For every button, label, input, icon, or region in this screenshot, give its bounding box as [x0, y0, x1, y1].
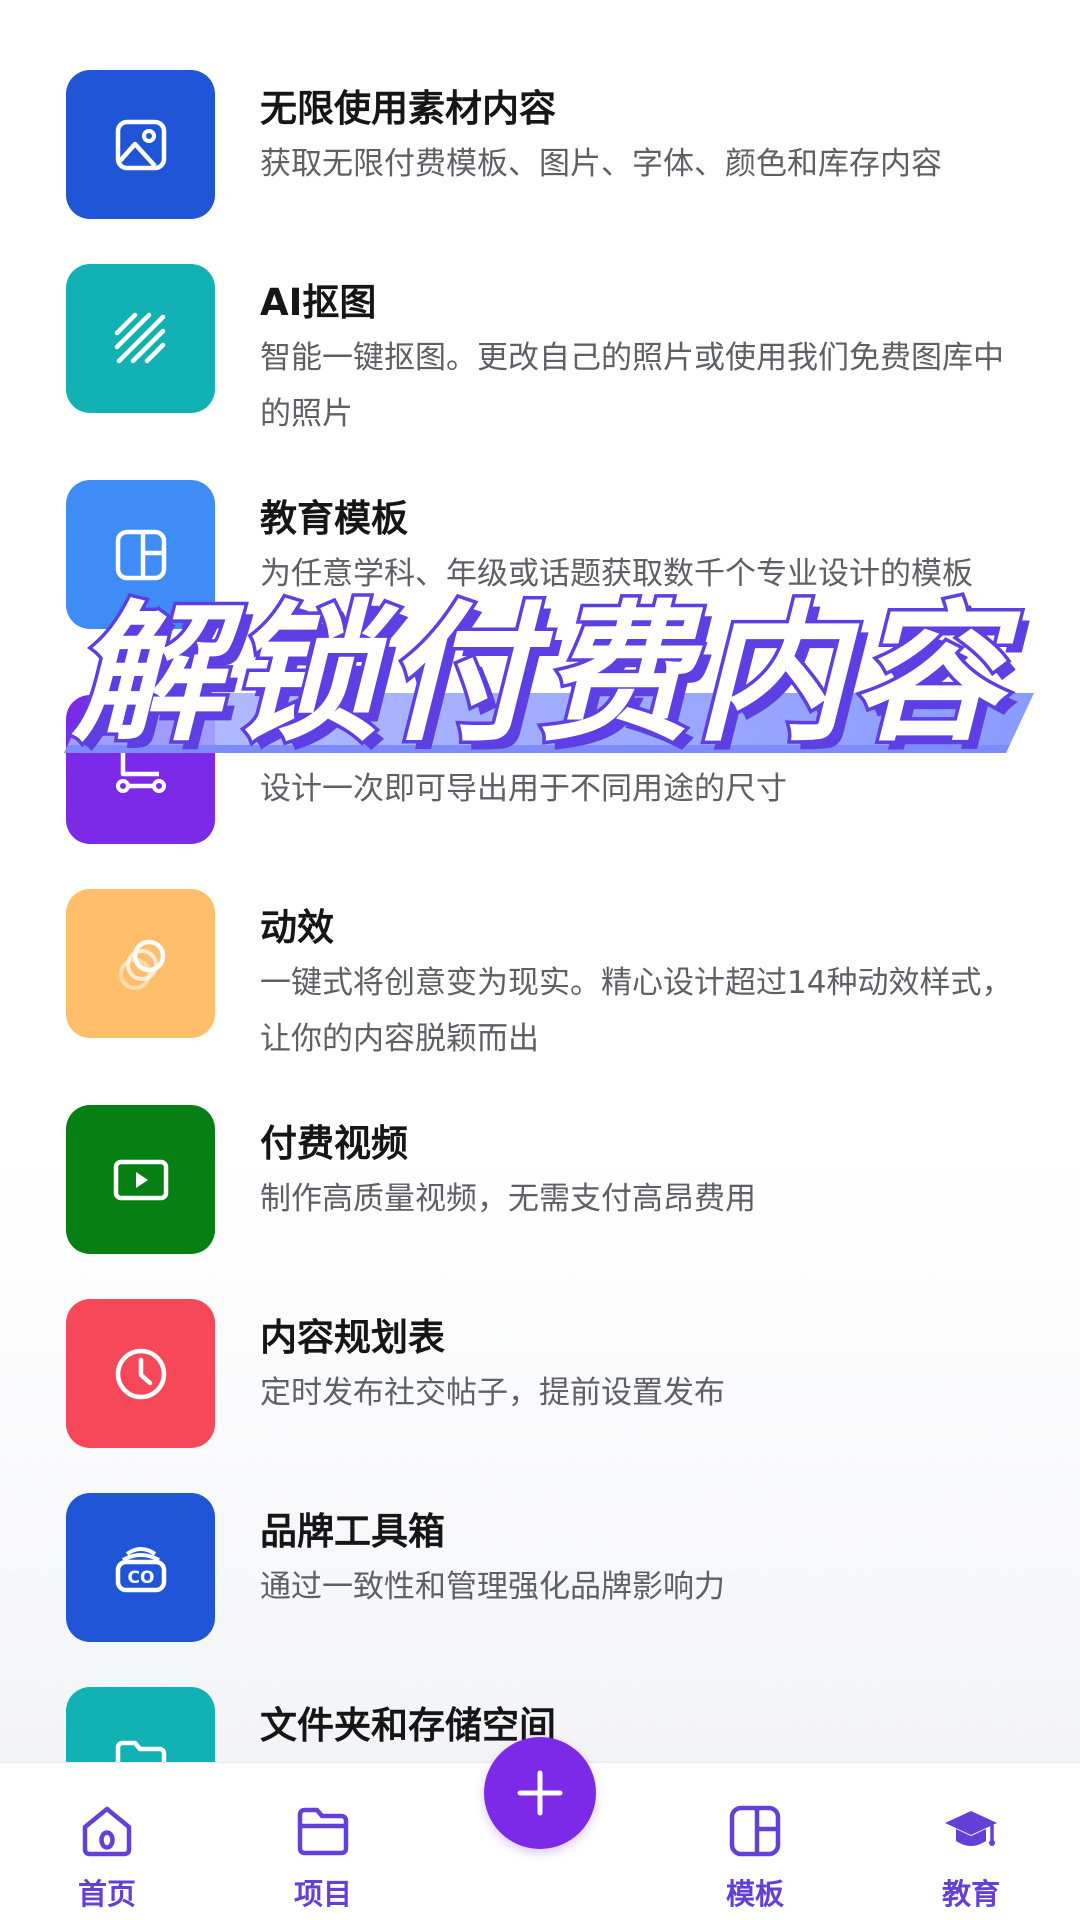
feature-title: 动效 — [260, 906, 334, 949]
stripes-icon — [114, 312, 165, 363]
nav-education-label: 教育 — [941, 1877, 1000, 1911]
feature-tile — [66, 480, 215, 629]
feature-title: 内容规划表 — [260, 1316, 445, 1359]
play-icon — [113, 1159, 168, 1200]
layout-icon — [729, 1805, 781, 1857]
feature-tile — [66, 1687, 215, 1762]
nav-projects-label: 项目 — [293, 1877, 352, 1911]
feature-list: 无限使用素材内容 获取无限付费模板、图片、字体、颜色和库存内容 AI抠图 智能一… — [0, 0, 1080, 1762]
brand-kit-icon: CO — [115, 1546, 166, 1592]
feature-tile — [66, 1105, 215, 1254]
nav-home[interactable]: 首页 — [37, 1763, 177, 1920]
feature-tile — [66, 1299, 215, 1448]
resize-icon — [115, 747, 166, 793]
feature-desc: 通过一致性和管理强化品牌影响力 — [260, 1569, 725, 1605]
feature-title: 文件夹和存储空间 — [260, 1704, 556, 1747]
feature-title: 教育模板 — [260, 497, 408, 540]
nav-templates[interactable]: 模板 — [685, 1763, 825, 1920]
feature-desc: 制作高质量视频，无需支付高昂费用 — [260, 1181, 756, 1217]
feature-desc: 设计一次即可导出用于不同用途的尺寸 — [260, 771, 787, 807]
feature-desc: 定时发布社交帖子，提前设置发布 — [260, 1375, 725, 1411]
folder-icon — [297, 1807, 349, 1856]
feature-desc: 智能一键抠图。更改自己的照片或使用我们免费图库中的照片 — [260, 340, 1004, 432]
feature-title: 无限使用素材内容 — [260, 87, 556, 130]
feature-tile — [66, 695, 215, 844]
nav-templates-label: 模板 — [725, 1877, 784, 1911]
feature-tile — [66, 264, 215, 413]
plus-icon — [517, 1770, 563, 1816]
create-button[interactable] — [484, 1737, 596, 1849]
feature-desc: 一键式将创意变为现实。精心设计超过14种动效样式，让你的内容脱颖而出 — [260, 965, 1013, 1057]
feature-title: 品牌工具箱 — [260, 1510, 445, 1553]
graduation-cap-icon — [945, 1811, 997, 1846]
feature-tile — [66, 70, 215, 219]
feature-tile: CO — [66, 1493, 215, 1642]
home-icon — [82, 1806, 132, 1857]
nav-education[interactable]: 教育 — [901, 1763, 1041, 1920]
clock-icon — [115, 1348, 166, 1399]
bottom-nav: 首页 项目 模板 教育 — [0, 1737, 1080, 1920]
feature-title: 付费视频 — [260, 1122, 408, 1165]
nav-projects[interactable]: 项目 — [253, 1763, 393, 1920]
feature-desc: 获取无限付费模板、图片、字体、颜色和库存内容 — [260, 146, 942, 182]
feature-desc: 为任意学科、年级或话题获取数千个专业设计的模板 — [260, 556, 973, 592]
feature-tile — [66, 889, 215, 1038]
nav-home-label: 首页 — [77, 1877, 136, 1911]
feature-title: AI抠图 — [260, 281, 377, 324]
circles-icon — [118, 939, 165, 990]
svg-text:CO: CO — [127, 1568, 154, 1588]
image-icon — [115, 119, 166, 170]
folder-icon — [115, 1740, 166, 1762]
layout-icon — [115, 529, 166, 580]
